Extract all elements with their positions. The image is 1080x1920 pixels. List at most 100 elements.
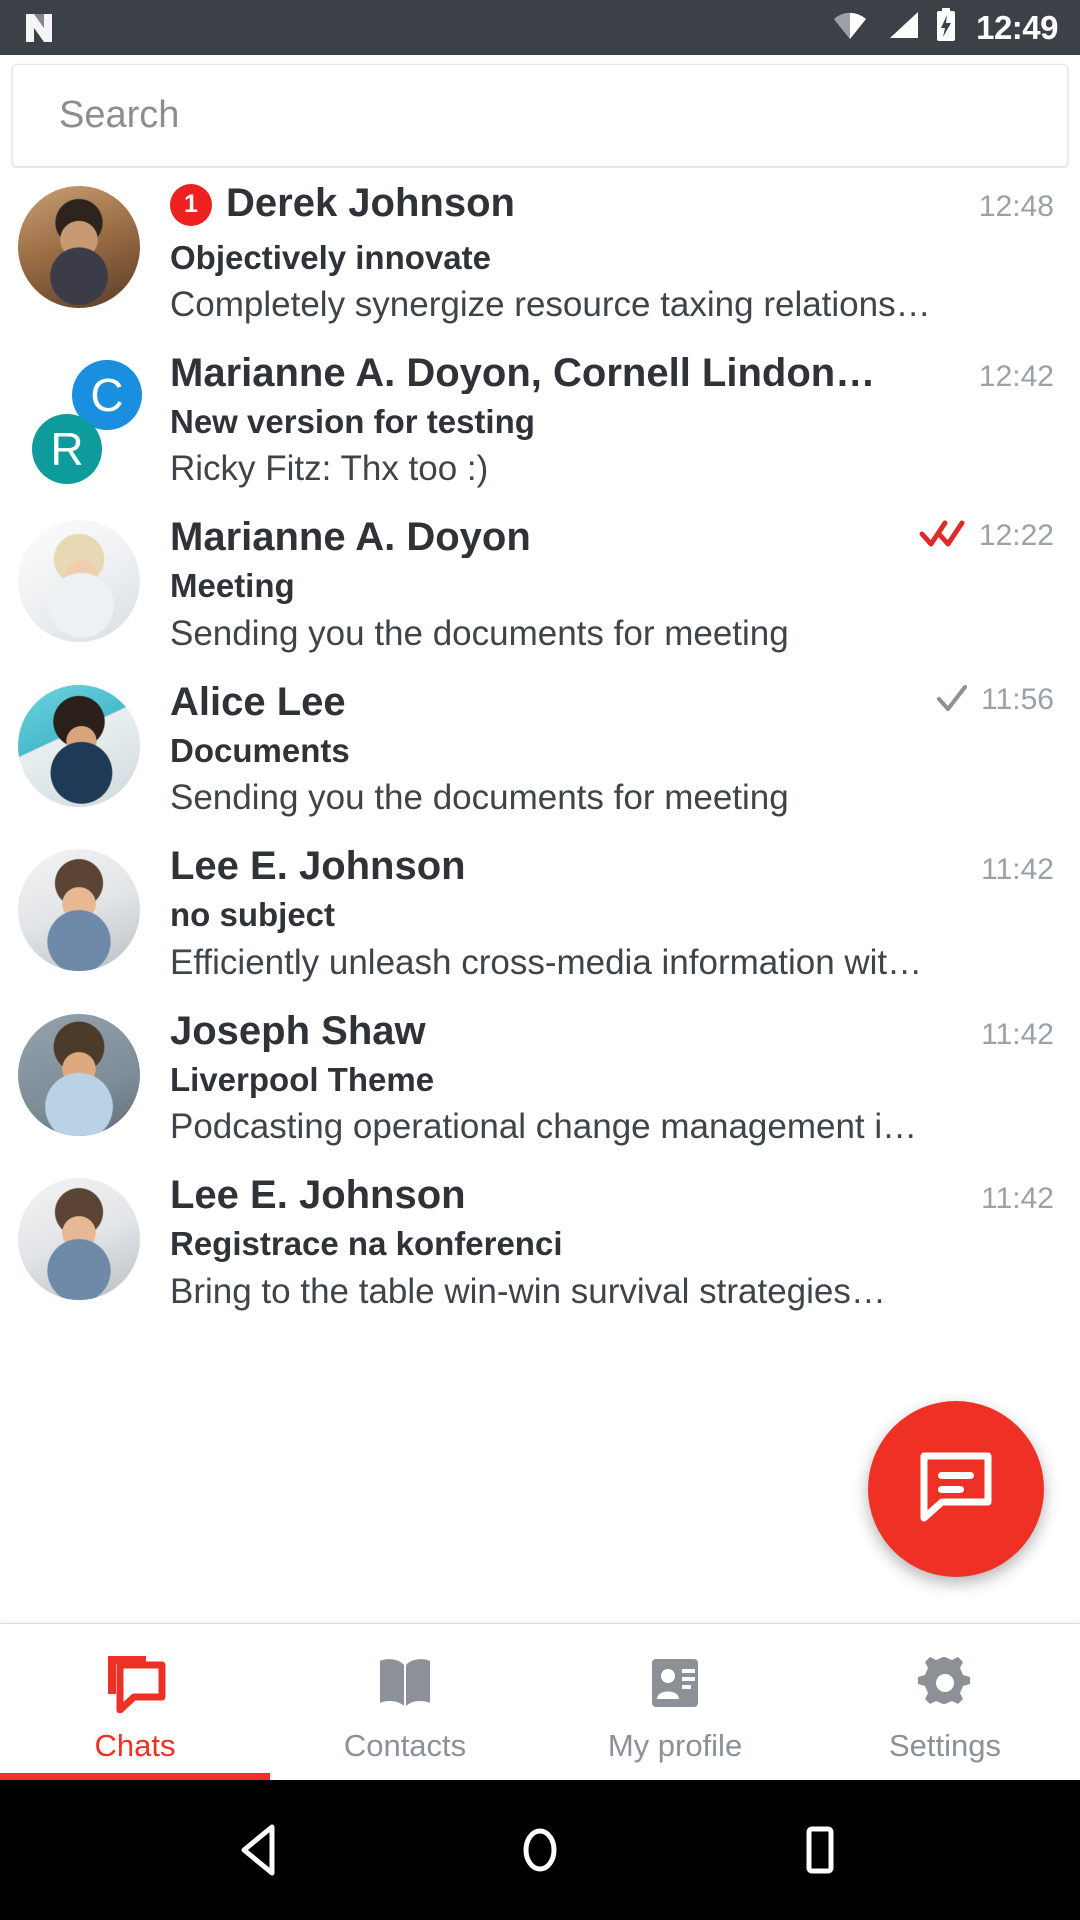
status-bar-right: 12:49 <box>830 7 1058 48</box>
chats-icon <box>104 1653 166 1718</box>
avatar-photo <box>18 1013 140 1136</box>
nav-item-settings[interactable]: Settings <box>810 1624 1080 1780</box>
chat-row-body: Alice Lee 11:56 Documents Sending you th… <box>142 681 1054 817</box>
chat-subject: Documents <box>170 732 350 769</box>
chat-row-body: Lee E. Johnson 11:42 no subject Efficien… <box>142 845 1054 981</box>
status-bar-left <box>24 12 54 44</box>
chat-time: 12:22 <box>978 518 1054 552</box>
avatar-column <box>18 520 142 644</box>
avatar-photo <box>18 186 140 308</box>
chat-row-body: Joseph Shaw 11:42 Liverpool Theme Podcas… <box>142 1010 1054 1146</box>
chat-row[interactable]: Marianne A. Doyon 12:22 Meeting Sending … <box>0 502 1080 666</box>
chat-meta: 11:42 <box>965 1017 1054 1051</box>
android-system-nav <box>0 1780 1080 1920</box>
search-card[interactable] <box>12 64 1068 167</box>
chat-row-header: Marianne A. Doyon 12:22 <box>170 516 1054 558</box>
chat-row[interactable]: Joseph Shaw 11:42 Liverpool Theme Podcas… <box>0 996 1080 1160</box>
chat-preview: Bring to the table win-win survival stra… <box>170 1271 886 1311</box>
nav-label: Settings <box>888 1728 1001 1763</box>
new-chat-fab[interactable] <box>868 1401 1044 1577</box>
recents-square-icon[interactable] <box>792 1821 848 1879</box>
chat-meta: 11:42 <box>965 1184 1054 1214</box>
contacts-book-icon <box>374 1653 436 1718</box>
avatar <box>18 684 140 807</box>
nav-label: My profile <box>607 1728 743 1763</box>
battery-charging-icon <box>934 7 958 48</box>
avatar-column: C R <box>18 356 142 484</box>
avatar <box>18 849 140 972</box>
chat-preview: Completely synergize resource taxing rel… <box>170 284 931 324</box>
chat-row-header: 1 Derek Johnson 12:48 <box>170 182 1054 230</box>
chat-meta: 11:56 <box>919 681 1054 720</box>
chat-row[interactable]: Alice Lee 11:56 Documents Sending you th… <box>0 667 1080 831</box>
nav-label: Contacts <box>343 1728 467 1763</box>
chat-row-body: Lee E. Johnson 11:42 Registrace na konfe… <box>142 1174 1054 1310</box>
avatar-column <box>18 684 142 809</box>
chat-preview: Sending you the documents for meeting <box>170 613 789 653</box>
chat-preview: Podcasting operational change management… <box>170 1107 918 1147</box>
chat-preview: Sending you the documents for meeting <box>170 778 789 818</box>
avatar-photo <box>18 684 140 807</box>
status-bar: 12:49 <box>0 0 1080 55</box>
profile-card-icon <box>644 1653 706 1718</box>
nav-item-contacts[interactable]: Contacts <box>270 1624 540 1780</box>
chat-row[interactable]: C R Marianne A. Doyon, Cornell Lindon… 1… <box>0 338 1080 502</box>
chat-row-body: Marianne A. Doyon 12:22 Meeting Sending … <box>142 516 1054 652</box>
avatar <box>18 186 140 308</box>
chat-time: 12:48 <box>978 190 1054 223</box>
chat-name: Lee E. Johnson <box>170 845 466 888</box>
chat-row[interactable]: 1 Derek Johnson 12:48 Objectively innova… <box>0 168 1080 338</box>
chat-row-header: Lee E. Johnson 11:42 <box>170 845 1054 887</box>
group-avatar: C R <box>18 356 142 484</box>
chat-row-header: Marianne A. Doyon, Cornell Lindon… 12:42 <box>170 352 1054 394</box>
avatar <box>18 520 140 643</box>
chat-name: Marianne A. Doyon <box>170 516 531 559</box>
chat-time: 12:42 <box>978 359 1054 393</box>
chat-name: Joseph Shaw <box>170 1009 426 1052</box>
chat-subject: Liverpool Theme <box>170 1061 435 1098</box>
chat-name: Derek Johnson <box>226 182 515 224</box>
back-triangle-icon[interactable] <box>232 1821 288 1879</box>
search-input[interactable] <box>59 94 1021 137</box>
avatar-photo <box>18 849 140 972</box>
cell-signal-icon <box>884 10 920 45</box>
chat-preview: Ricky Fitz: Thx too :) <box>170 449 489 489</box>
chat-row-header: Joseph Shaw 11:42 <box>170 1010 1054 1052</box>
group-initial-avatar: R <box>32 413 102 484</box>
chat-meta: 12:42 <box>963 359 1054 393</box>
read-receipt-double-check-icon <box>919 516 967 555</box>
avatar-column <box>18 1178 142 1302</box>
chat-row-header: Lee E. Johnson 11:42 <box>170 1174 1054 1216</box>
avatar-photo <box>18 520 140 643</box>
nav-item-chats[interactable]: Chats <box>0 1624 270 1780</box>
home-circle-icon[interactable] <box>512 1821 568 1879</box>
chat-row[interactable]: Lee E. Johnson 11:42 no subject Efficien… <box>0 831 1080 995</box>
sent-receipt-check-icon <box>935 681 969 720</box>
new-message-icon <box>918 1452 994 1527</box>
app-root: 12:49 1 Derek Johnson 12:48 <box>0 0 1080 1920</box>
chat-row-body: Marianne A. Doyon, Cornell Lindon… 12:42… <box>142 352 1054 488</box>
chat-meta: 12:48 <box>963 192 1054 222</box>
chat-row-header: Alice Lee 11:56 <box>170 681 1054 723</box>
chat-name: Lee E. Johnson <box>170 1174 466 1217</box>
chat-subject: Registrace na konferenci <box>170 1226 563 1263</box>
unread-badge: 1 <box>170 183 212 226</box>
chat-row[interactable]: Lee E. Johnson 11:42 Registrace na konfe… <box>0 1160 1080 1324</box>
chat-list[interactable]: 1 Derek Johnson 12:48 Objectively innova… <box>0 168 1080 1623</box>
avatar-column <box>18 1013 142 1138</box>
chat-meta: 11:42 <box>965 855 1054 885</box>
avatar <box>18 1178 140 1301</box>
chat-meta: 12:22 <box>903 516 1054 555</box>
avatar-photo <box>18 1178 140 1301</box>
status-bar-clock: 12:49 <box>976 9 1058 46</box>
wifi-icon <box>830 10 870 45</box>
android-n-logo-icon <box>24 12 54 44</box>
chat-name: Alice Lee <box>170 680 346 723</box>
nav-item-my-profile[interactable]: My profile <box>540 1624 810 1780</box>
search-area <box>0 55 1080 168</box>
bottom-navigation: Chats Contacts My profile Settings <box>0 1623 1080 1780</box>
chat-time: 11:42 <box>981 1017 1054 1051</box>
chat-name: Marianne A. Doyon, Cornell Lindon… <box>170 351 876 394</box>
chat-subject: New version for testing <box>170 403 535 440</box>
chat-row-body: 1 Derek Johnson 12:48 Objectively innova… <box>142 182 1054 324</box>
